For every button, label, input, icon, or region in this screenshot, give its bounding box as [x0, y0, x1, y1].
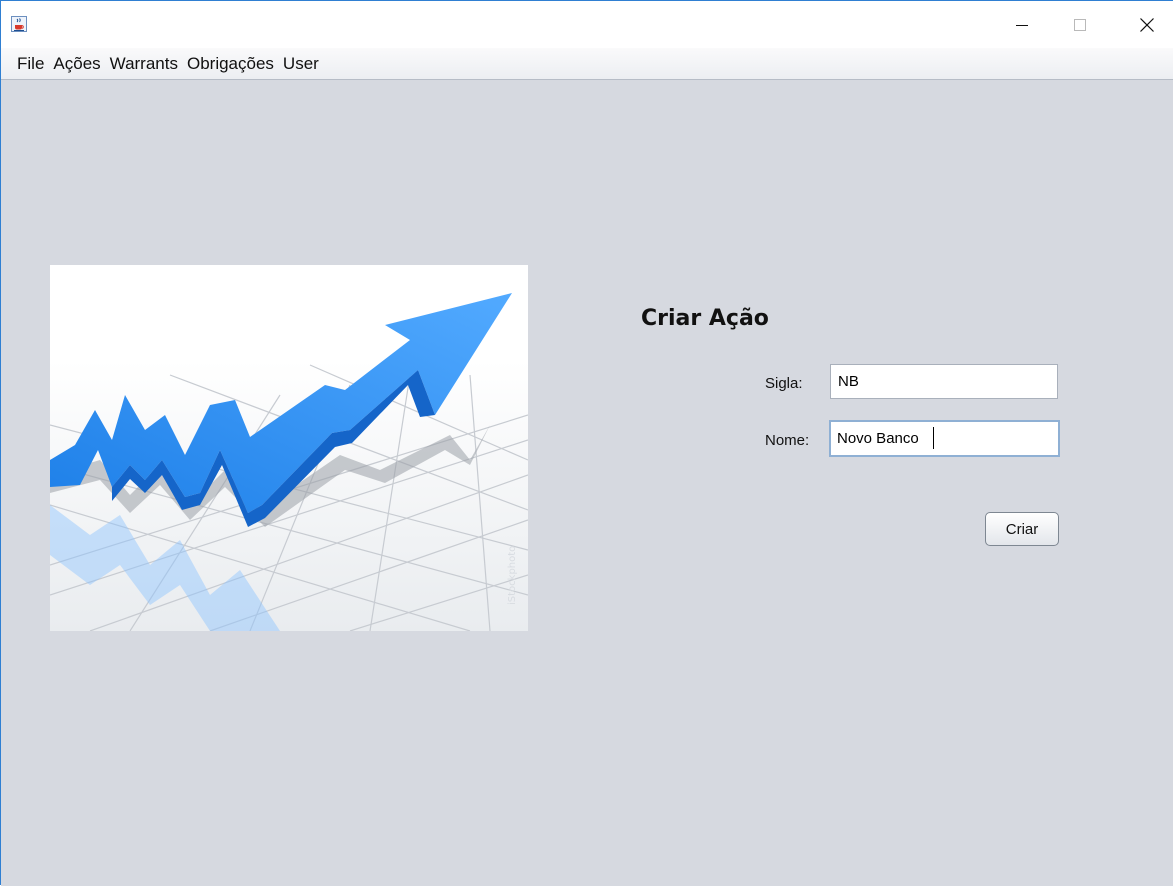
menu-file[interactable]: File — [16, 52, 45, 76]
menu-bar: File Ações Warrants Obrigações User — [1, 48, 1173, 80]
growth-arrow-image: iStockphoto — [50, 265, 528, 631]
form-title: Criar Ação — [641, 306, 769, 331]
menu-obrigacoes[interactable]: Obrigações — [186, 52, 275, 76]
maximize-icon — [1074, 18, 1086, 31]
menu-warrants[interactable]: Warrants — [109, 52, 179, 76]
app-window: File Ações Warrants Obrigações User iSto… — [0, 0, 1173, 886]
title-bar[interactable] — [1, 1, 1173, 48]
close-button[interactable] — [1124, 1, 1170, 48]
svg-text:iStockphoto: iStockphoto — [507, 546, 518, 605]
minimize-button[interactable] — [999, 1, 1045, 48]
nome-label: Nome: — [765, 432, 810, 449]
sigla-input[interactable] — [830, 364, 1058, 399]
text-caret — [933, 427, 934, 449]
sigla-label: Sigla: — [765, 375, 803, 392]
criar-button[interactable]: Criar — [985, 512, 1059, 546]
menu-acoes[interactable]: Ações — [52, 52, 101, 76]
nome-input[interactable] — [829, 420, 1060, 457]
java-cup-icon — [11, 16, 27, 32]
content-panel: iStockphoto Criar Ação Sigla: Nome: Cria… — [1, 81, 1173, 886]
maximize-button[interactable] — [1057, 1, 1103, 48]
close-icon — [1140, 17, 1154, 32]
menu-user[interactable]: User — [282, 52, 320, 76]
minimize-icon — [1016, 24, 1028, 26]
